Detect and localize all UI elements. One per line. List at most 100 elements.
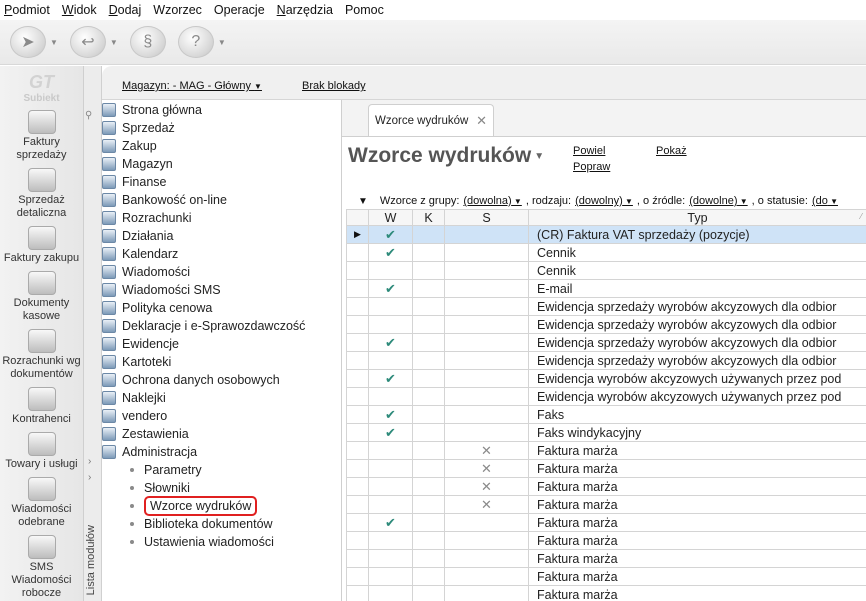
- table-row[interactable]: ✔ Ewidencja sprzedaży wyrobów akcyzowych …: [346, 333, 866, 352]
- row-selector[interactable]: [346, 441, 369, 460]
- page-title[interactable]: Wzorce wydruków ▼: [348, 144, 544, 168]
- block-status-link[interactable]: Brak blokady: [302, 80, 366, 92]
- show-link[interactable]: Pokaż: [656, 145, 687, 157]
- row-selector[interactable]: [346, 333, 369, 352]
- tree-item[interactable]: vendero: [102, 407, 167, 425]
- chevron-right-icon[interactable]: ›: [88, 472, 91, 483]
- tree-item[interactable]: Działania: [102, 227, 173, 245]
- table-row[interactable]: Cennik: [346, 261, 866, 280]
- tree-subitem[interactable]: Wzorce wydruków: [102, 496, 258, 516]
- tree-subitem[interactable]: Ustawienia wiadomości: [102, 533, 274, 551]
- toolbar-button-return[interactable]: ↩ ▼: [69, 26, 118, 58]
- tree-item[interactable]: Polityka cenowa: [102, 299, 212, 317]
- tree-item[interactable]: Naklejki: [102, 389, 166, 407]
- table-row[interactable]: ✔ E-mail: [346, 279, 866, 298]
- row-selector[interactable]: [346, 423, 369, 442]
- tree-item[interactable]: Zakup: [102, 137, 157, 155]
- menu-item[interactable]: Pomoc: [345, 3, 384, 17]
- row-selector[interactable]: [346, 405, 369, 424]
- row-selector[interactable]: [346, 567, 369, 586]
- header-k[interactable]: K: [412, 209, 445, 226]
- row-selector[interactable]: [346, 297, 369, 316]
- tree-item[interactable]: Zestawienia: [102, 425, 189, 443]
- tree-item[interactable]: Finanse: [102, 173, 166, 191]
- row-selector[interactable]: [346, 279, 369, 298]
- table-row[interactable]: Faktura marża: [346, 549, 866, 568]
- chevron-right-icon[interactable]: ›: [88, 456, 91, 467]
- toolbar-button-tools[interactable]: §: [129, 26, 166, 58]
- row-selector[interactable]: [346, 459, 369, 478]
- table-row[interactable]: ✔ Cennik: [346, 243, 866, 262]
- table-row[interactable]: Ewidencja sprzedaży wyrobów akcyzowych d…: [346, 315, 866, 334]
- table-row[interactable]: ✔ Ewidencja wyrobów akcyzowych używanych …: [346, 369, 866, 388]
- table-row[interactable]: ✕ Faktura marża: [346, 477, 866, 496]
- row-selector[interactable]: [346, 495, 369, 514]
- table-row[interactable]: ▶ ✔ (CR) Faktura VAT sprzedaży (pozycje): [346, 225, 866, 244]
- filter-group-dropdown[interactable]: (dowolna): [463, 195, 521, 207]
- row-selector[interactable]: [346, 369, 369, 388]
- tree-subitem[interactable]: Biblioteka dokumentów: [102, 515, 273, 533]
- filter-toggle-icon[interactable]: ▼: [358, 196, 368, 207]
- table-row[interactable]: ✔ Faks windykacyjny: [346, 423, 866, 442]
- warehouse-selector[interactable]: Magazyn: - MAG - Główny ▼: [122, 80, 262, 92]
- row-selector[interactable]: [346, 243, 369, 262]
- chevron-down-icon[interactable]: ▼: [110, 38, 118, 47]
- row-selector[interactable]: [346, 531, 369, 550]
- menu-item[interactable]: Dodaj: [109, 3, 142, 17]
- row-selector[interactable]: [346, 261, 369, 280]
- table-row[interactable]: ✔ Faktura marża: [346, 513, 866, 532]
- tree-item[interactable]: Kartoteki: [102, 353, 171, 371]
- tree-subitem[interactable]: Słowniki: [102, 479, 190, 497]
- tree-item[interactable]: Wiadomości SMS: [102, 281, 221, 299]
- toolbar-button-help[interactable]: ? ▼: [177, 26, 226, 58]
- row-selector[interactable]: [346, 315, 369, 334]
- tree-subitem[interactable]: Parametry: [102, 461, 202, 479]
- table-row[interactable]: Faktura marża: [346, 585, 866, 601]
- module-list-strip[interactable]: › › Lista modułów: [84, 66, 102, 601]
- module-item[interactable]: SMS Wiadomości robocze: [0, 535, 83, 600]
- row-selector[interactable]: [346, 387, 369, 406]
- module-item[interactable]: Faktury zakupu: [0, 226, 83, 265]
- duplicate-link[interactable]: Powiel: [573, 145, 605, 157]
- module-item[interactable]: Rozrachunki wg dokumentów: [0, 329, 83, 381]
- filter-source-dropdown[interactable]: (dowolne): [689, 195, 747, 207]
- tree-item[interactable]: Kalendarz: [102, 245, 178, 263]
- menu-item[interactable]: Wzorzec: [153, 3, 202, 17]
- row-pointer-icon[interactable]: ▶: [346, 225, 369, 244]
- header-s[interactable]: S: [444, 209, 529, 226]
- tree-item[interactable]: Deklaracje i e-Sprawozdawczość: [102, 317, 305, 335]
- tree-item[interactable]: Ochrona danych osobowych: [102, 371, 280, 389]
- module-item[interactable]: Dokumenty kasowe: [0, 271, 83, 323]
- module-item[interactable]: Sprzedaż detaliczna: [0, 168, 83, 220]
- tree-item[interactable]: Strona główna: [102, 101, 202, 119]
- table-row[interactable]: Ewidencja sprzedaży wyrobów akcyzowych d…: [346, 351, 866, 370]
- module-item[interactable]: Kontrahenci: [0, 387, 83, 426]
- table-row[interactable]: Ewidencja sprzedaży wyrobów akcyzowych d…: [346, 297, 866, 316]
- table-row[interactable]: Faktura marża: [346, 531, 866, 550]
- filter-status-dropdown[interactable]: (do: [812, 195, 838, 207]
- row-selector[interactable]: [346, 549, 369, 568]
- toolbar-button-send[interactable]: ➤ ▼: [10, 26, 58, 58]
- tree-item[interactable]: Bankowość on-line: [102, 191, 227, 209]
- chevron-down-icon[interactable]: ▼: [50, 38, 58, 47]
- row-selector[interactable]: [346, 477, 369, 496]
- tree-item[interactable]: Ewidencje: [102, 335, 179, 353]
- table-row[interactable]: ✕ Faktura marża: [346, 441, 866, 460]
- row-selector[interactable]: [346, 585, 369, 601]
- chevron-down-icon[interactable]: ▼: [534, 151, 544, 162]
- module-item[interactable]: Wiadomości odebrane: [0, 477, 83, 529]
- close-icon[interactable]: ✕: [476, 113, 487, 129]
- table-row[interactable]: Faktura marża: [346, 567, 866, 586]
- tree-item[interactable]: Magazyn: [102, 155, 173, 173]
- chevron-down-icon[interactable]: ▼: [218, 38, 226, 47]
- module-item[interactable]: Towary i usługi: [0, 432, 83, 471]
- edit-link[interactable]: Popraw: [573, 161, 610, 173]
- pin-icon[interactable]: ⚲: [85, 110, 92, 121]
- table-row[interactable]: ✕ Faktura marża: [346, 459, 866, 478]
- row-selector[interactable]: [346, 513, 369, 532]
- row-selector[interactable]: [346, 351, 369, 370]
- header-w[interactable]: W: [368, 209, 413, 226]
- table-row[interactable]: ✔ Faks: [346, 405, 866, 424]
- tree-item[interactable]: Sprzedaż: [102, 119, 175, 137]
- menu-item[interactable]: Operacje: [214, 3, 265, 17]
